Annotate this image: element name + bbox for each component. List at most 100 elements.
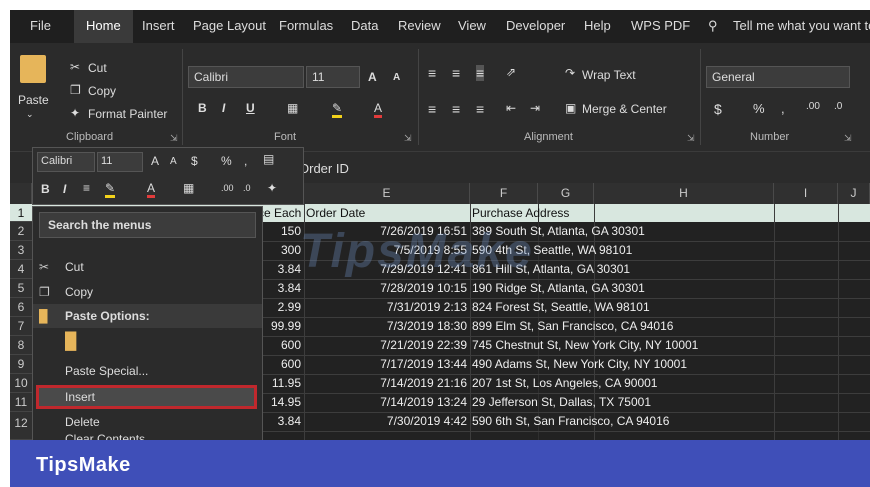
format-table-icon[interactable]: ▤ (263, 152, 274, 166)
cell-purchase-address[interactable]: 207 1st St, Los Angeles, CA 90001 (472, 374, 657, 393)
cell-price[interactable]: 3.84 (263, 279, 301, 298)
scissors-icon[interactable]: ✂ (70, 60, 80, 74)
mini-font-select[interactable]: Calibri (37, 152, 95, 172)
column-header-i[interactable]: I (774, 183, 838, 204)
copy-button[interactable]: Copy (88, 84, 116, 98)
mini-comma-button[interactable]: , (244, 154, 247, 168)
mini-currency-button[interactable]: $ (191, 154, 198, 168)
row-header[interactable]: 2 (10, 222, 32, 241)
menu-item-insert[interactable]: Insert (36, 385, 257, 409)
mini-increase-decimal-icon[interactable]: .00 (221, 183, 234, 193)
cell-price[interactable]: 14.95 (263, 393, 301, 412)
mini-decrease-decimal-icon[interactable]: .0 (243, 183, 251, 193)
dialog-launcher-icon[interactable]: ⇲ (844, 133, 852, 144)
cell-price[interactable]: 2.99 (263, 298, 301, 317)
row-header[interactable]: 9 (10, 355, 32, 374)
underline-button[interactable]: U (246, 101, 255, 115)
row-header[interactable]: 4 (10, 260, 32, 279)
cell-order-date[interactable]: 7/21/2019 22:39 (306, 336, 467, 355)
row-header[interactable]: 8 (10, 336, 32, 355)
cell-purchase-address[interactable]: 824 Forest St, Seattle, WA 98101 (472, 298, 650, 317)
cell-price[interactable]: 600 (263, 355, 301, 374)
cut-button[interactable]: Cut (88, 61, 107, 75)
dialog-launcher-icon[interactable]: ⇲ (687, 133, 695, 144)
tell-me-search[interactable]: Tell me what you want to (733, 18, 870, 33)
cell-purchase-address[interactable]: 590 6th St, San Francisco, CA 94016 (472, 412, 669, 431)
row-header[interactable]: 5 (10, 279, 32, 298)
font-size-select[interactable]: 11 (306, 66, 360, 88)
tab-review[interactable]: Review (398, 18, 441, 33)
tab-insert[interactable]: Insert (142, 18, 175, 33)
paste-option-button[interactable]: █ (33, 330, 262, 358)
tab-home[interactable]: Home (74, 10, 133, 43)
wrap-text-button[interactable]: Wrap Text (582, 68, 636, 82)
mini-format-painter-icon[interactable]: ✦ (267, 181, 277, 195)
cell-purchase-address[interactable]: 490 Adams St, New York City, NY 10001 (472, 355, 687, 374)
tab-formulas[interactable]: Formulas (279, 18, 333, 33)
wrap-text-icon[interactable]: ↷ (565, 66, 575, 80)
shrink-font-icon[interactable]: A (170, 156, 177, 167)
align-middle-icon[interactable]: ≡ (452, 65, 460, 81)
font-color-icon[interactable]: A (374, 101, 383, 118)
copy-icon[interactable]: ❐ (70, 83, 81, 97)
increase-indent-icon[interactable]: ⇥ (530, 101, 540, 115)
cell-purchase-address[interactable]: 899 Elm St, San Francisco, CA 94016 (472, 317, 673, 336)
tab-view[interactable]: View (458, 18, 486, 33)
cell-price[interactable]: 600 (263, 336, 301, 355)
mini-bold-button[interactable]: B (41, 182, 50, 196)
menu-item-delete[interactable]: Delete (33, 410, 262, 434)
bold-button[interactable]: B (198, 101, 207, 115)
row-header[interactable]: 1 (10, 204, 32, 222)
align-center-icon[interactable]: ≡ (452, 101, 460, 117)
column-header-f[interactable]: F (470, 183, 538, 204)
cell-order-date[interactable]: 7/30/2019 4:42 (306, 412, 467, 431)
increase-decimal-icon[interactable]: .00 (806, 101, 820, 112)
row-header[interactable]: 10 (10, 374, 32, 393)
mini-fill-color-icon[interactable]: ✎ (105, 181, 116, 198)
row-header[interactable]: 12 (10, 412, 32, 440)
paste-button[interactable]: Paste (18, 93, 49, 107)
tab-wps-pdf[interactable]: WPS PDF (631, 18, 690, 33)
decrease-indent-icon[interactable]: ⇤ (506, 101, 516, 115)
cell-purchase-address-header[interactable]: Purchase Address (472, 204, 569, 222)
align-right-icon[interactable]: ≡ (476, 101, 484, 117)
format-painter-button[interactable]: Format Painter (88, 107, 167, 121)
mini-font-color-icon[interactable]: A (147, 181, 156, 198)
row-header[interactable]: 3 (10, 241, 32, 260)
align-bottom-icon[interactable]: ≡ (476, 65, 485, 81)
menu-item-copy[interactable]: ❐ Copy (33, 280, 262, 304)
mini-borders-icon[interactable]: ▦ (183, 181, 194, 195)
column-header-e[interactable]: E (304, 183, 470, 204)
cell-order-date[interactable]: 7/3/2019 18:30 (306, 317, 467, 336)
align-left-icon[interactable]: ≡ (428, 101, 436, 117)
mini-italic-button[interactable]: I (63, 182, 66, 196)
number-format-select[interactable]: General (706, 66, 850, 88)
tab-help[interactable]: Help (584, 18, 611, 33)
cell-order-date[interactable]: 7/14/2019 21:16 (306, 374, 467, 393)
select-all-corner[interactable] (10, 183, 32, 204)
orientation-icon[interactable]: ⇗ (506, 65, 516, 79)
brush-icon[interactable]: ✦ (70, 106, 80, 120)
comma-button[interactable]: , (781, 101, 785, 116)
percent-button[interactable]: % (753, 101, 765, 116)
column-header-g[interactable]: G (538, 183, 594, 204)
cell-price[interactable]: 300 (263, 241, 301, 260)
borders-icon[interactable]: ▦ (287, 101, 298, 115)
cell-price[interactable]: 99.99 (263, 317, 301, 336)
cell-order-date[interactable]: 7/17/2019 13:44 (306, 355, 467, 374)
cell-price[interactable]: 11.95 (263, 374, 301, 393)
cell-price-each-header[interactable]: ce Each (258, 204, 301, 222)
tab-file[interactable]: File (30, 18, 51, 33)
column-header-j[interactable]: J (838, 183, 870, 204)
merge-icon[interactable]: ▣ (565, 101, 576, 115)
shrink-font-button[interactable]: A (393, 72, 400, 83)
italic-button[interactable]: I (222, 101, 225, 115)
mini-percent-button[interactable]: % (221, 154, 232, 168)
currency-button[interactable]: $ (714, 101, 722, 117)
cell-order-date[interactable]: 7/14/2019 13:24 (306, 393, 467, 412)
chevron-down-icon[interactable]: ⌄ (26, 109, 34, 120)
cell-purchase-address[interactable]: 29 Jefferson St, Dallas, TX 75001 (472, 393, 651, 412)
cell-purchase-address[interactable]: 190 Ridge St, Atlanta, GA 30301 (472, 279, 645, 298)
tab-page-layout[interactable]: Page Layout (193, 18, 266, 33)
menu-item-cut[interactable]: ✂ Cut (33, 255, 262, 279)
